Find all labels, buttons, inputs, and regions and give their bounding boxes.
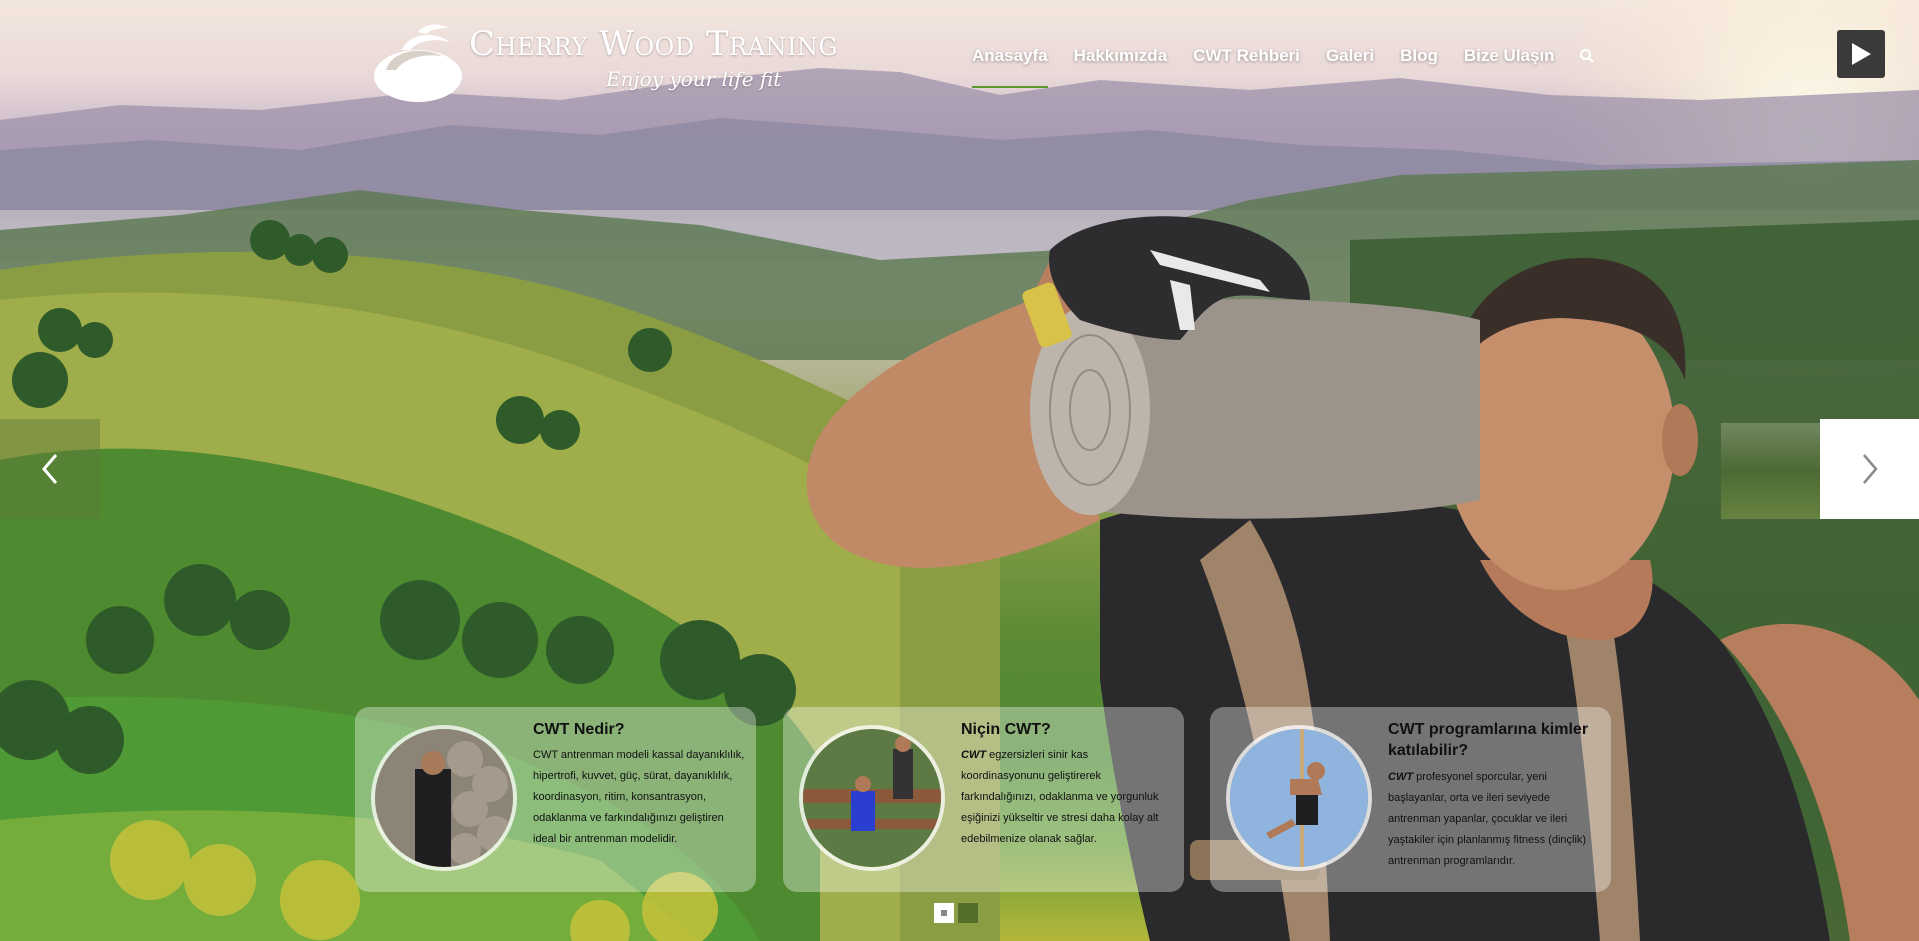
play-icon [1852, 43, 1871, 65]
card-body: profesyonel sporcular, yeni başlayanlar,… [1388, 771, 1587, 867]
next-slide-thumbnail [1721, 423, 1821, 519]
person-photo-illustration [375, 729, 513, 867]
obstacle-photo-illustration [803, 729, 941, 867]
pagination-dot-1[interactable] [934, 903, 954, 923]
nav-item-cwt-rehberi[interactable]: CWT Rehberi [1193, 46, 1300, 66]
nav-item-galeri[interactable]: Galeri [1326, 46, 1374, 66]
brand-title: Cherry Wood Traning [469, 24, 839, 64]
swirl-logo-icon [374, 24, 462, 102]
card-image [799, 725, 945, 871]
search-icon[interactable] [1579, 48, 1595, 64]
chevron-right-icon [1862, 454, 1878, 484]
card-lead: CWT [1388, 771, 1414, 783]
main-navigation: Anasayfa Hakkımızda CWT Rehberi Galeri B… [972, 46, 1595, 88]
card-title: CWT programlarına kimler katılabilir? [1388, 721, 1589, 759]
site-logo[interactable]: Cherry Wood Traning Enjoy your life fit [372, 20, 838, 104]
info-card-kimler-katilabilir[interactable]: CWT programlarına kimler katılabilir? CW… [1210, 707, 1611, 892]
chevron-left-icon [42, 454, 58, 484]
slider-next-button[interactable] [1820, 419, 1919, 519]
card-image [1226, 725, 1372, 871]
nav-item-hakkimizda[interactable]: Hakkımızda [1074, 46, 1168, 66]
card-description: CWT egzersizleri sinir kas koordinasyonu… [961, 745, 1173, 850]
info-card-nicin-cwt[interactable]: Niçin CWT? CWT egzersizleri sinir kas ko… [783, 707, 1184, 892]
info-card-cwt-nedir[interactable]: CWT Nedir? CWT antrenman modeli kassal d… [355, 707, 756, 892]
card-image [371, 725, 517, 871]
slider-prev-button[interactable] [0, 419, 100, 519]
nav-item-blog[interactable]: Blog [1400, 46, 1438, 66]
slider-pagination [934, 903, 982, 923]
card-description: CWT profesyonel sporcular, yeni başlayan… [1388, 767, 1600, 872]
card-title: Niçin CWT? [961, 721, 1051, 738]
rope-climb-photo-illustration [1230, 729, 1368, 867]
card-lead: CWT [961, 749, 987, 761]
nav-item-bize-ulasin[interactable]: Bize Ulaşın [1464, 46, 1555, 66]
play-button[interactable] [1837, 30, 1885, 78]
card-title: CWT Nedir? [533, 721, 625, 738]
pagination-dot-2[interactable] [958, 903, 978, 923]
card-body: egzersizleri sinir kas koordinasyonunu g… [961, 749, 1159, 845]
brand-tagline: Enjoy your life fit [606, 67, 782, 91]
card-description: CWT antrenman modeli kassal dayanıklılık… [533, 749, 745, 845]
nav-item-anasayfa[interactable]: Anasayfa [972, 46, 1048, 88]
